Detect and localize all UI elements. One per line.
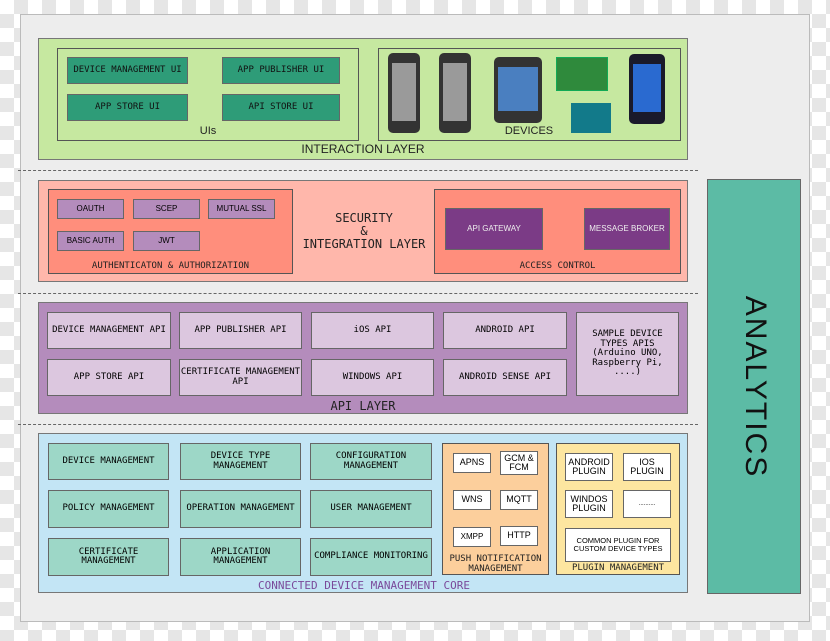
api-item: APP STORE API [47, 359, 171, 396]
core-item: DEVICE MANAGEMENT [48, 443, 169, 480]
core-item: CONFIGURATION MANAGEMENT [310, 443, 432, 480]
core-item: USER MANAGEMENT [310, 490, 432, 528]
push-notification-label: PUSH NOTIFICATION MANAGEMENT [449, 554, 542, 574]
plugin-item: COMMON PLUGIN FOR CUSTOM DEVICE TYPES [565, 528, 671, 562]
auth-item: MUTUAL SSL [208, 199, 275, 219]
access-control-label: ACCESS CONTROL [519, 261, 596, 271]
security-layer: OAUTH SCEP MUTUAL SSL BASIC AUTH JWT AUT… [38, 180, 688, 282]
android-phone-image [388, 53, 420, 133]
plugin-item: WINDOS PLUGIN [565, 490, 613, 518]
api-item: CERTIFICATE MANAGEMENT API [179, 359, 302, 396]
api-item: ANDROID SENSE API [443, 359, 567, 396]
plugin-management-label: PLUGIN MANAGEMENT [571, 563, 665, 573]
core-item: APPLICATION MANAGEMENT [180, 538, 301, 576]
plugin-item: .......... [623, 490, 671, 518]
core-layer-title: CONNECTED DEVICE MANAGEMENT CORE [258, 579, 470, 592]
api-layer: DEVICE MANAGEMENT API APP PUBLISHER API … [38, 302, 688, 414]
api-item: ANDROID API [443, 312, 567, 349]
push-item: HTTP [500, 526, 538, 546]
arduino-image [571, 103, 611, 133]
push-item: MQTT [500, 490, 538, 510]
plugin-item: IOS PLUGIN [623, 453, 671, 481]
sample-device-apis: SAMPLE DEVICE TYPES APIS (Arduino UNO, R… [576, 312, 679, 396]
auth-label: AUTHENTICATON & AUTHORIZATION [91, 261, 250, 271]
security-layer-title: SECURITY & INTEGRATION LAYER [297, 212, 431, 251]
core-item: DEVICE TYPE MANAGEMENT [180, 443, 301, 480]
core-item: COMPLIANCE MONITORING [310, 538, 432, 576]
auth-item: JWT [133, 231, 200, 251]
interaction-layer: DEVICE MANAGEMENT UI APP PUBLISHER UI AP… [38, 38, 688, 160]
auth-item: OAUTH [57, 199, 124, 219]
api-item: iOS API [311, 312, 434, 349]
api-item: APP PUBLISHER API [179, 312, 302, 349]
raspberry-pi-image [556, 57, 608, 91]
core-layer: DEVICE MANAGEMENT DEVICE TYPE MANAGEMENT… [38, 433, 688, 593]
message-broker: MESSAGE BROKER [584, 208, 670, 250]
uis-group: DEVICE MANAGEMENT UI APP PUBLISHER UI AP… [57, 48, 359, 141]
divider [18, 293, 698, 294]
api-item: WINDOWS API [311, 359, 434, 396]
android-phone-image [439, 53, 471, 133]
core-item: CERTIFICATE MANAGEMENT [48, 538, 169, 576]
api-item: DEVICE MANAGEMENT API [47, 312, 171, 349]
push-notification-group: APNS GCM & FCM WNS MQTT XMPP HTTP PUSH N… [442, 443, 549, 575]
api-gateway: API GATEWAY [445, 208, 543, 250]
devices-group: DEVICES [378, 48, 681, 141]
divider [18, 170, 698, 171]
push-item: APNS [453, 453, 491, 473]
uis-label: UIs [199, 125, 217, 137]
ui-box: API STORE UI [222, 94, 340, 121]
tablet-image [494, 57, 542, 123]
push-item: GCM & FCM [500, 451, 538, 475]
analytics-layer: ANALYTICS [707, 179, 801, 594]
auth-group: OAUTH SCEP MUTUAL SSL BASIC AUTH JWT AUT… [48, 189, 293, 274]
ui-box: APP PUBLISHER UI [222, 57, 340, 84]
auth-item: SCEP [133, 199, 200, 219]
access-control-group: API GATEWAY MESSAGE BROKER ACCESS CONTRO… [434, 189, 681, 274]
push-item: XMPP [453, 527, 491, 547]
plugin-item: ANDROID PLUGIN [565, 453, 613, 481]
ui-box: DEVICE MANAGEMENT UI [67, 57, 188, 84]
devices-label: DEVICES [504, 125, 554, 137]
divider [18, 424, 698, 425]
plugin-management-group: ANDROID PLUGIN IOS PLUGIN WINDOS PLUGIN … [556, 443, 680, 575]
windows-phone-image [629, 54, 665, 124]
interaction-layer-title: INTERACTION LAYER [301, 142, 425, 156]
ui-box: APP STORE UI [67, 94, 188, 121]
analytics-title: ANALYTICS [739, 295, 772, 479]
auth-item: BASIC AUTH [57, 231, 124, 251]
core-item: OPERATION MANAGEMENT [180, 490, 301, 528]
core-item: POLICY MANAGEMENT [48, 490, 169, 528]
title-line: INTEGRATION LAYER [302, 237, 426, 251]
api-layer-title: API LAYER [330, 399, 396, 413]
push-item: WNS [453, 490, 491, 510]
